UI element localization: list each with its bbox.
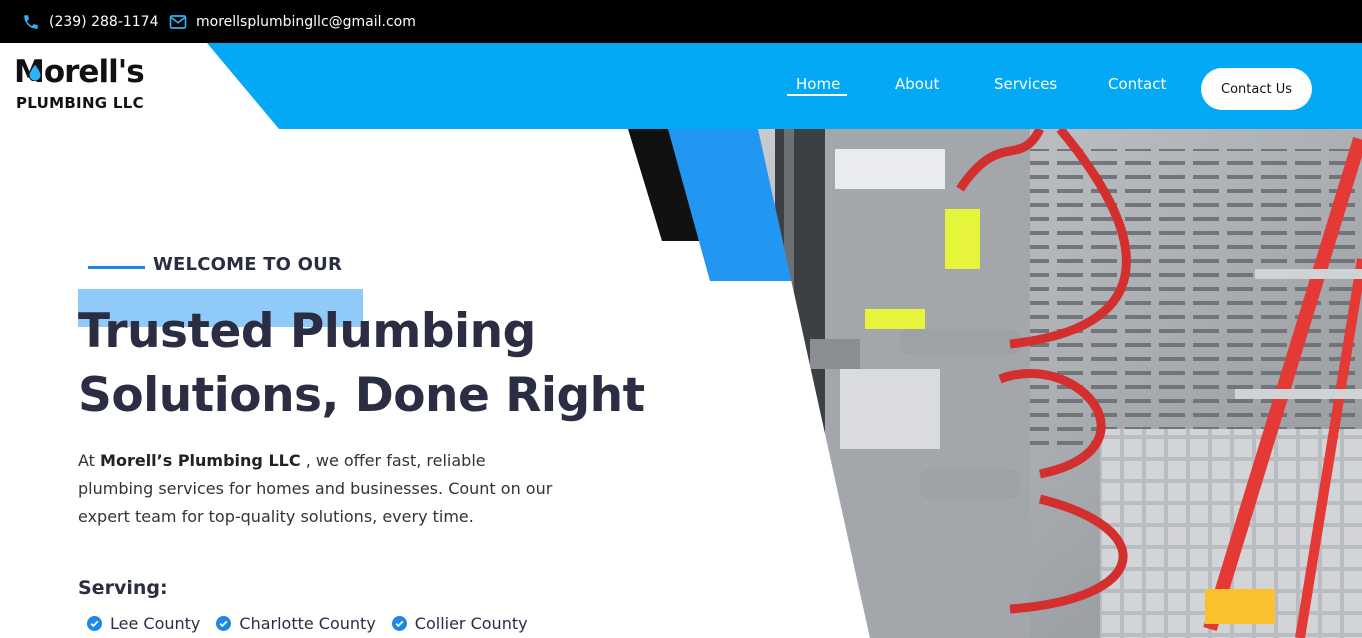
hero-headline-line1: Trusted Plumbing <box>78 304 536 359</box>
water-drop-icon <box>28 63 42 81</box>
county-name: Collier County <box>414 614 528 633</box>
hero-headline-line2: Solutions, Done Right <box>78 368 645 423</box>
logo-subtitle: PLUMBING LLC <box>16 94 144 112</box>
hero-eyebrow: WELCOME TO OUR <box>153 254 343 275</box>
check-circle-icon <box>87 616 102 631</box>
check-circle-icon <box>216 616 232 631</box>
nav-home[interactable]: Home <box>796 75 840 93</box>
site-header: Morell's PLUMBING LLC Home About Service… <box>0 43 1362 129</box>
site-logo[interactable]: Morell's PLUMBING LLC <box>14 55 154 117</box>
nav-services[interactable]: Services <box>994 75 1057 93</box>
topbar-phone-text: (239) 288-1174 <box>49 13 159 30</box>
nav-contact[interactable]: Contact <box>1108 75 1166 93</box>
topbar-email-text: morellsplumbingllc@gmail.com <box>196 13 416 30</box>
topbar-email[interactable]: morellsplumbingllc@gmail.com <box>169 0 416 43</box>
county-item: Charlotte County <box>216 614 376 633</box>
eyebrow-line <box>88 266 145 269</box>
mail-icon <box>169 14 187 29</box>
hero-headline: Trusted Plumbing Solutions, Done Right <box>78 300 698 428</box>
county-item: Collier County <box>391 614 528 633</box>
county-name: Lee County <box>110 614 201 633</box>
contact-us-button[interactable]: Contact Us <box>1201 68 1312 110</box>
county-list: Lee County Charlotte County Collier Coun… <box>87 614 544 633</box>
topbar-phone[interactable]: (239) 288-1174 <box>22 0 159 43</box>
serving-label: Serving: <box>78 577 168 599</box>
intro-company: Morell’s Plumbing LLC <box>100 451 301 470</box>
top-bar: (239) 288-1174 morellsplumbingllc@gmail.… <box>0 0 1362 43</box>
nav-active-underline <box>787 94 847 96</box>
county-name: Charlotte County <box>239 614 376 633</box>
hero-intro: At Morell’s Plumbing LLC , we offer fast… <box>78 447 558 531</box>
intro-prefix: At <box>78 451 95 470</box>
county-item: Lee County <box>87 614 200 633</box>
check-circle-icon <box>391 616 407 631</box>
nav-about[interactable]: About <box>895 75 939 93</box>
phone-icon <box>24 14 38 29</box>
